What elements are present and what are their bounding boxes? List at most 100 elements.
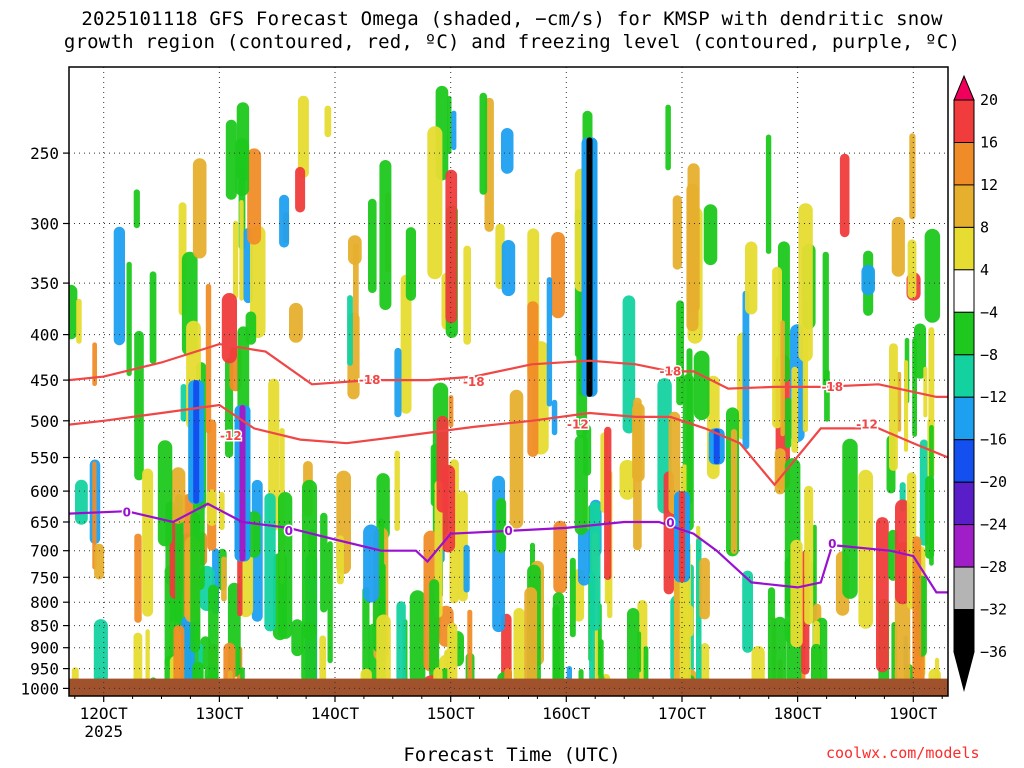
colorbar-segment	[953, 184, 975, 228]
omega-time-height-chart: -18-12-12-18-18-12-1800 00025030035040045…	[20, 66, 1007, 741]
y-tick-label: 1000	[20, 679, 59, 698]
colorbar-segment	[953, 269, 975, 313]
x-tick-label: 14OCT	[311, 704, 360, 723]
colorbar-label: −20	[980, 473, 1007, 491]
omega-streak	[221, 293, 237, 364]
x-tick-label: 12OCT	[80, 704, 129, 723]
omega-streak	[445, 169, 458, 324]
y-tick-label: 550	[30, 449, 59, 468]
colorbar-label: −28	[980, 558, 1007, 576]
omega-streak	[684, 605, 694, 637]
omega-streak	[463, 544, 470, 593]
omega-streak	[134, 533, 142, 623]
y-tick-label: 950	[30, 660, 59, 679]
omega-streak	[233, 220, 239, 299]
omega-streak	[205, 283, 212, 434]
omega-streak	[221, 556, 227, 602]
colorbar-label: 20	[980, 91, 998, 109]
omega-streak	[69, 284, 78, 340]
omega-streak	[239, 200, 244, 301]
omega-streak	[295, 166, 306, 213]
y-tick-label: 350	[30, 274, 59, 293]
omega-streak	[909, 133, 916, 220]
omega-streak	[336, 535, 344, 585]
omega-streak	[173, 625, 185, 685]
y-tick-label: 250	[30, 144, 59, 163]
colorbar-label: 4	[980, 261, 989, 279]
x-tick-label: 15OCT	[427, 704, 476, 723]
dgz-contour-label: -12	[567, 418, 589, 432]
omega-streak	[301, 621, 317, 685]
omega-streak	[320, 512, 328, 613]
dgz-contour-label: -18	[463, 375, 485, 389]
omega-streak	[145, 629, 150, 685]
omega-streak	[451, 110, 457, 151]
omega-streak	[207, 419, 217, 551]
omega-streak	[513, 608, 525, 682]
omega-streak	[551, 232, 565, 319]
omega-streak	[509, 389, 524, 529]
y-tick-label: 850	[30, 617, 59, 636]
dgz-contour-label: -18	[660, 364, 682, 378]
omega-streak	[524, 587, 538, 685]
x-tick-label: 16OCT	[542, 704, 591, 723]
omega-streak	[149, 271, 157, 364]
omega-streak	[396, 601, 406, 685]
omega-streak	[376, 614, 391, 685]
colorbar-segment	[953, 524, 975, 568]
omega-streak	[598, 639, 604, 685]
colorbar-bottom-arrow	[953, 651, 975, 692]
omega-streak	[92, 342, 97, 386]
omega-streak	[589, 571, 595, 685]
omega-streak	[501, 128, 514, 174]
omega-streak	[308, 529, 317, 578]
dgz-contour-label: -12	[220, 429, 242, 443]
colorbar-segment	[953, 566, 975, 611]
omega-streak	[637, 631, 642, 673]
colorbar-segment	[953, 439, 975, 483]
omega-streak	[247, 148, 262, 245]
omega-streak	[429, 579, 440, 679]
omega-streak	[907, 239, 917, 299]
colorbar-label: −36	[980, 643, 1007, 661]
omega-streak	[889, 343, 898, 471]
omega-streak	[923, 366, 928, 418]
colorbar-label: −12	[980, 388, 1007, 406]
ground-band	[69, 678, 948, 696]
omega-streak	[703, 204, 718, 266]
omega-streak	[133, 189, 140, 229]
y-tick-label: 650	[30, 513, 59, 532]
omega-streak	[157, 440, 173, 547]
omega-streak	[501, 240, 516, 297]
omega-streak	[773, 616, 787, 685]
omega-streak	[574, 435, 588, 535]
omega-streak	[780, 320, 785, 437]
omega-streak	[180, 384, 187, 422]
omega-streak	[447, 96, 452, 154]
dgz-contour-label: -12	[856, 418, 878, 432]
omega-streak	[929, 425, 934, 566]
y-tick-label: 500	[30, 412, 59, 431]
dgz-contour-label: -18	[359, 373, 381, 387]
colorbar-segment	[953, 354, 975, 398]
colorbar-segment	[953, 396, 975, 441]
colorbar-segment	[953, 99, 975, 143]
colorbar-label: −16	[980, 431, 1007, 449]
omega-streak	[171, 467, 186, 524]
omega-streak	[94, 543, 105, 580]
omega-streak	[113, 226, 125, 346]
omega-streak	[700, 643, 710, 685]
y-tick-label: 700	[30, 542, 59, 561]
colorbar-label: −8	[980, 346, 998, 364]
omega-streak	[527, 301, 539, 457]
colorbar-label: 16	[980, 134, 998, 152]
x-tick-label: 18OCT	[774, 704, 823, 723]
freezing-level-contour-label: 0	[285, 524, 293, 538]
credit-link[interactable]: coolwx.com/models	[826, 744, 980, 762]
omega-streak	[785, 397, 792, 449]
colorbar-label: −24	[980, 516, 1007, 534]
omega-streak	[447, 622, 458, 685]
colorbar-segment	[953, 609, 975, 653]
omega-streak	[347, 295, 353, 366]
omega-streak	[291, 619, 304, 657]
